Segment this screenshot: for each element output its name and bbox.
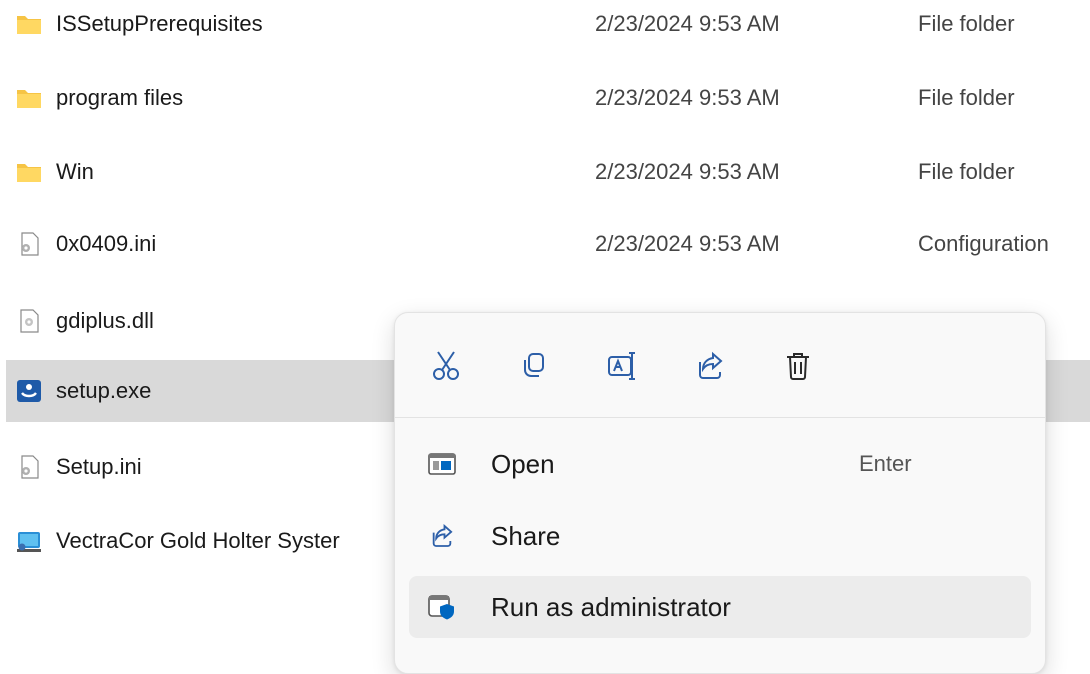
folder-icon [17,90,41,108]
file-row-issetupprerequisites[interactable]: ISSetupPrerequisites 2/23/2024 9:53 AM F… [6,0,1090,55]
delete-button[interactable] [771,339,825,393]
menu-item-label: Run as administrator [491,592,731,622]
open-window-icon [428,453,456,475]
file-name: VectraCor Gold Holter Syster [56,528,340,553]
installer-icon [17,532,41,552]
file-name: 0x0409.ini [56,231,157,256]
file-date: 2/23/2024 9:53 AM [595,159,780,184]
file-row-win[interactable]: Win 2/23/2024 9:53 AM File folder [6,141,1090,203]
file-row-program-files[interactable]: program files 2/23/2024 9:53 AM File fol… [6,67,1090,129]
file-name: ISSetupPrerequisites [56,11,263,36]
quick-actions-bar [395,313,1045,417]
settings-file-icon [21,232,39,256]
file-date: 2/23/2024 9:53 AM [595,85,780,110]
file-type: File folder [918,85,1015,110]
menu-item-shortcut: Enter [859,451,912,476]
file-type: Configuration [918,231,1049,256]
file-name: Win [56,159,94,184]
copy-icon [524,353,544,377]
dll-file-icon [20,309,39,333]
share-icon [699,351,723,379]
menu-divider [395,417,1045,418]
menu-item-open[interactable]: Open Enter [409,433,1031,495]
cut-button[interactable] [419,339,473,393]
delete-icon [787,353,809,380]
file-name: setup.exe [56,378,152,403]
folder-icon [17,164,41,182]
rename-button[interactable] [595,339,649,393]
rename-icon [608,352,635,380]
folder-icon [17,16,41,34]
menu-item-label: Share [491,521,561,551]
share-icon [432,523,453,547]
menu-item-share[interactable]: Share [409,505,1031,567]
file-row-0x0409-ini[interactable]: 0x0409.ini 2/23/2024 9:53 AM Configurati… [6,213,1090,275]
cut-icon [433,351,459,380]
file-name: program files [56,85,184,110]
menu-item-run-as-administrator[interactable]: Run as administrator [409,576,1031,638]
shield-icon [428,595,454,620]
file-name: Setup.ini [56,454,142,479]
file-type: File folder [918,11,1015,36]
share-button[interactable] [683,339,737,393]
file-date: 2/23/2024 9:53 AM [595,11,780,36]
file-name: gdiplus.dll [56,308,154,333]
context-menu: Open Enter Share Run as administrator [394,312,1046,674]
copy-button[interactable] [507,339,561,393]
menu-item-label: Open [491,449,555,479]
file-type: File folder [918,159,1015,184]
file-date: 2/23/2024 9:53 AM [595,231,780,256]
setup-exe-icon [17,380,41,402]
settings-file-icon [21,455,39,479]
